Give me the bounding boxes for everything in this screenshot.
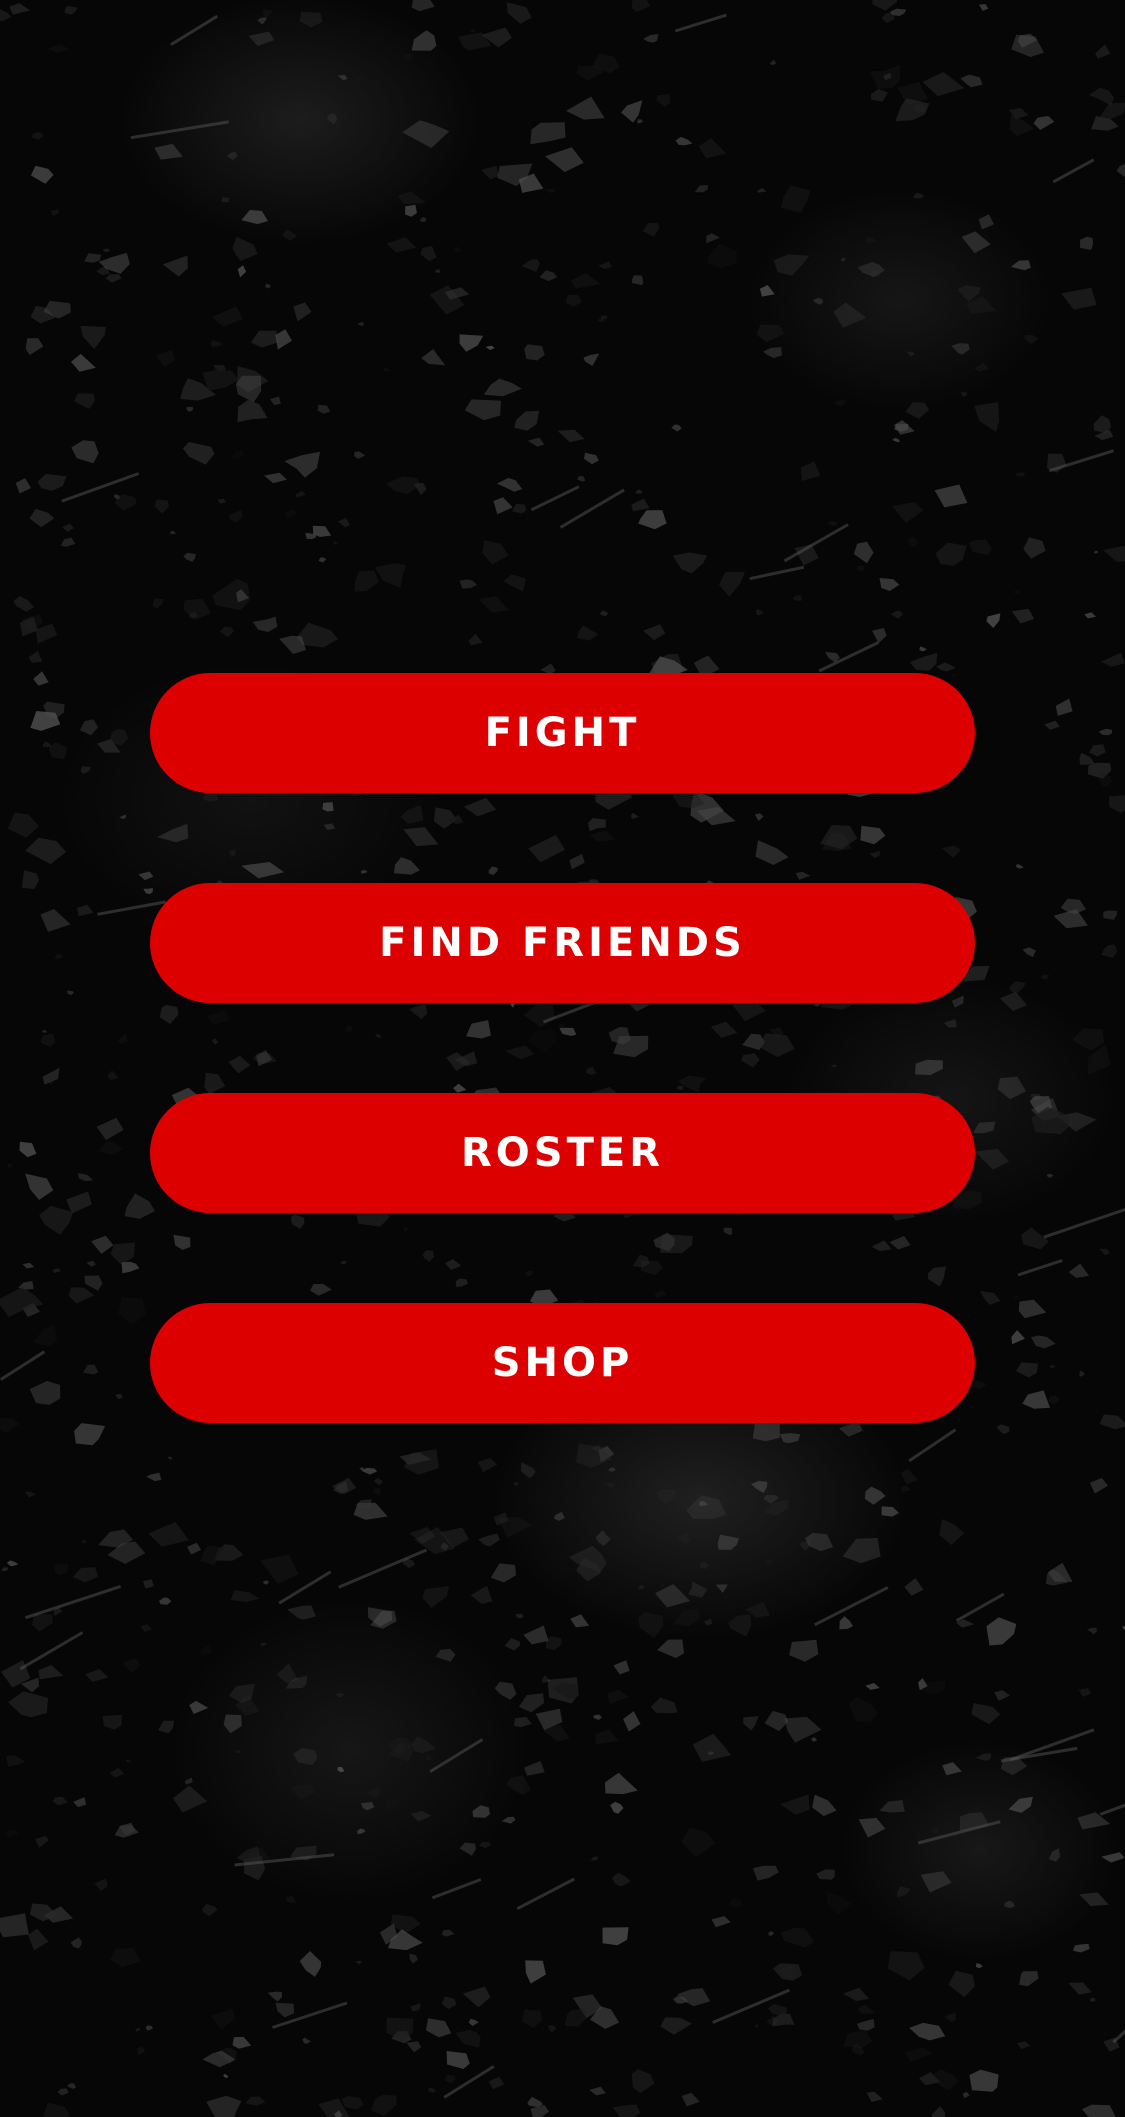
roster-button[interactable]: ROSTER [150,1093,975,1213]
find-friends-button[interactable]: FIND FRIENDS [150,883,975,1003]
main-menu: FIGHT FIND FRIENDS ROSTER SHOP [150,673,975,1423]
main-menu-screen: FIGHT FIND FRIENDS ROSTER SHOP [0,0,1125,2117]
fight-button[interactable]: FIGHT [150,673,975,793]
shop-button[interactable]: SHOP [150,1303,975,1423]
